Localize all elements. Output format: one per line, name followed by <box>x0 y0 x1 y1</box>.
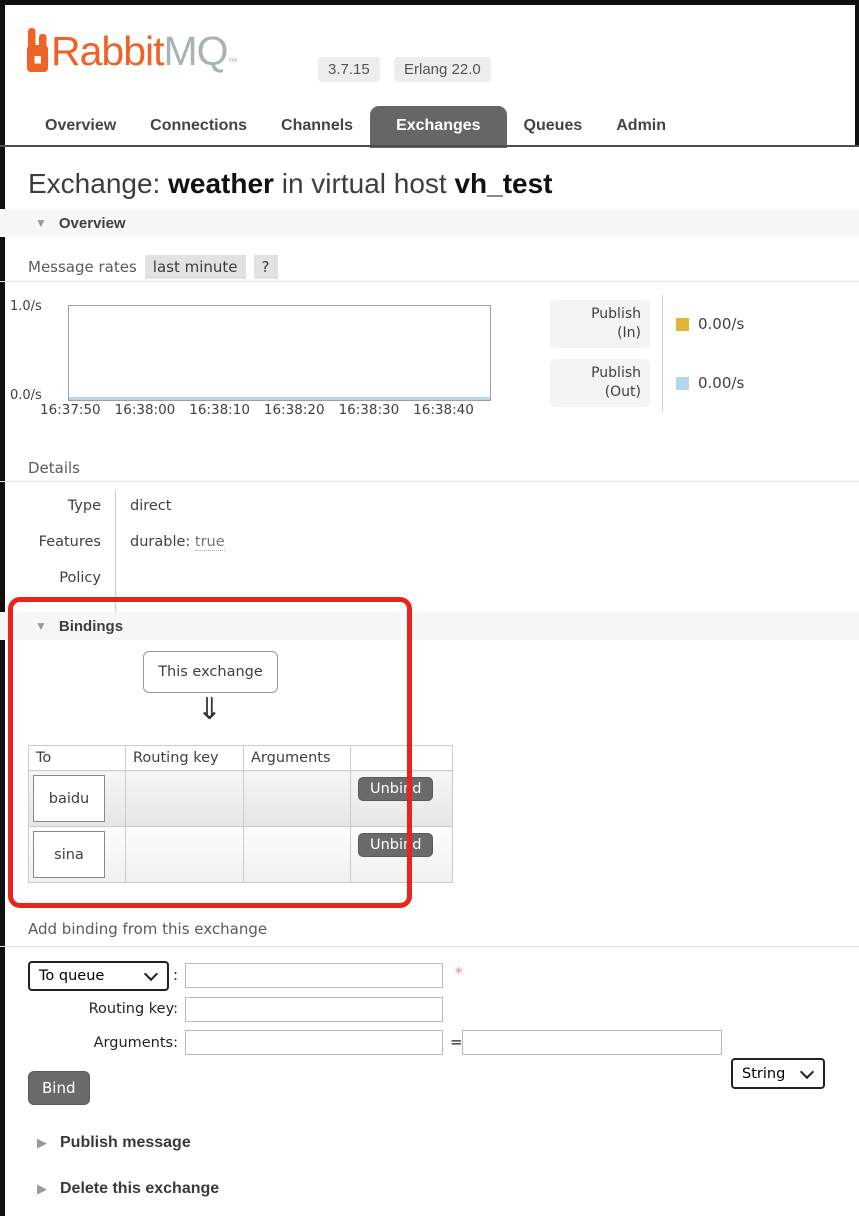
tab-channels[interactable]: Channels <box>264 106 370 148</box>
queue-link-baidu[interactable]: baidu <box>33 775 105 822</box>
equals-sign: = <box>450 1033 463 1051</box>
binding-row: sina Unbind <box>28 826 453 883</box>
triangle-down-icon: ▼ <box>35 216 47 230</box>
publish-out-rate: 0.00/s <box>676 374 744 392</box>
binding-row: baidu Unbind <box>28 770 453 827</box>
tab-queues[interactable]: Queues <box>507 106 600 148</box>
details-policy-label: Policy <box>28 562 116 612</box>
add-binding-heading: Add binding from this exchange <box>28 920 268 938</box>
argument-key-input[interactable] <box>185 1030 443 1055</box>
version-badge: 3.7.15 <box>318 57 380 82</box>
x-tick: 16:38:00 <box>114 402 176 418</box>
arguments-cell <box>243 826 351 883</box>
legend-divider <box>662 295 663 411</box>
colon-separator: : <box>173 966 179 984</box>
destination-type-select[interactable]: To queue <box>28 961 169 991</box>
details-features-label: Features <box>28 526 116 562</box>
destination-name-input[interactable] <box>185 963 443 988</box>
divider <box>0 481 859 482</box>
routing-key-input[interactable] <box>185 997 443 1022</box>
details-type-label: Type <box>28 490 116 526</box>
legend-publish-in[interactable]: Publish (In) <box>550 300 650 348</box>
x-tick: 16:38:20 <box>263 402 325 418</box>
rabbitmq-exchange-page: RabbitMQ™ 3.7.15 Erlang 22.0 Overview Co… <box>0 0 859 1216</box>
message-rates-heading: Message rates last minute ? <box>28 255 278 279</box>
x-axis-ticks: 16:37:50 16:38:00 16:38:10 16:38:20 16:3… <box>40 402 492 418</box>
unbind-button[interactable]: Unbind <box>358 833 434 857</box>
help-icon[interactable]: ? <box>253 255 278 279</box>
routing-key-cell <box>125 826 244 883</box>
durable-true-value: true <box>194 534 225 551</box>
tab-connections[interactable]: Connections <box>133 106 264 148</box>
required-asterisk: * <box>455 964 463 982</box>
chevron-down-icon <box>143 966 159 982</box>
legend-publish-out[interactable]: Publish (Out) <box>550 359 650 407</box>
publish-out-swatch-icon <box>676 376 689 390</box>
x-tick: 16:38:30 <box>338 402 400 418</box>
vhost-name: vh_test <box>454 168 553 199</box>
zero-rate-line <box>69 397 490 400</box>
details-policy-value <box>116 562 225 612</box>
exchange-name: weather <box>168 168 274 199</box>
message-rates-chart <box>68 305 491 401</box>
publish-in-rate: 0.00/s <box>676 315 744 333</box>
routing-key-cell <box>125 770 244 827</box>
erlang-badge: Erlang 22.0 <box>394 57 491 82</box>
page-title: Exchange: weather in virtual host vh_tes… <box>28 168 553 199</box>
triangle-right-icon: ▶ <box>37 1135 47 1150</box>
section-bindings[interactable]: ▼ Bindings <box>0 612 859 640</box>
window-border-top <box>0 0 859 5</box>
section-delete-exchange[interactable]: ▶ Delete this exchange <box>37 1180 219 1198</box>
triangle-right-icon: ▶ <box>37 1181 47 1196</box>
logo-wordmark: RabbitMQ™ <box>51 28 238 74</box>
col-header-to: To <box>28 745 126 771</box>
tab-exchanges[interactable]: Exchanges <box>370 106 507 148</box>
divider <box>0 946 859 947</box>
x-tick: 16:38:10 <box>189 402 250 418</box>
details-table: Type direct Features durable: true Polic… <box>28 490 225 612</box>
rate-mode-chip[interactable]: last minute <box>144 255 246 279</box>
chevron-down-icon <box>799 1064 815 1079</box>
details-heading: Details <box>28 459 81 477</box>
window-border-right <box>855 0 859 147</box>
details-features-value: durable: true <box>130 534 225 551</box>
this-exchange-box: This exchange <box>143 651 278 693</box>
section-publish-message[interactable]: ▶ Publish message <box>37 1134 191 1152</box>
details-type-value: direct <box>130 498 172 514</box>
rabbitmq-logo[interactable]: RabbitMQ™ <box>27 28 238 86</box>
col-header-arguments: Arguments <box>243 745 351 771</box>
arguments-cell <box>243 770 351 827</box>
rabbitmq-rabbit-icon <box>27 28 48 72</box>
arguments-label: Arguments: <box>93 1035 178 1051</box>
window-border-left <box>0 0 5 1216</box>
y-axis-min-label: 0.0/s <box>10 388 42 403</box>
main-nav: Overview Connections Channels Exchanges … <box>28 106 683 148</box>
argument-value-input[interactable] <box>462 1030 722 1055</box>
bind-button[interactable]: Bind <box>28 1071 90 1105</box>
queue-link-sina[interactable]: sina <box>33 831 105 878</box>
y-axis-max-label: 1.0/s <box>10 299 42 314</box>
nav-underline <box>0 145 859 147</box>
x-tick: 16:38:40 <box>413 402 474 418</box>
publish-in-swatch-icon <box>676 317 689 331</box>
col-header-routing-key: Routing key <box>125 745 244 771</box>
triangle-down-icon: ▼ <box>35 619 47 633</box>
bindings-table: To Routing key Arguments baidu Unbind si… <box>28 745 453 883</box>
argument-type-select[interactable]: String <box>731 1058 825 1089</box>
divider <box>0 281 859 282</box>
x-tick: 16:37:50 <box>40 402 101 418</box>
double-down-arrow-icon: ⇓ <box>196 692 223 727</box>
tab-admin[interactable]: Admin <box>599 106 683 148</box>
tab-overview[interactable]: Overview <box>28 106 133 148</box>
routing-key-label: Routing key: <box>88 1001 178 1017</box>
unbind-button[interactable]: Unbind <box>358 777 434 801</box>
section-overview[interactable]: ▼ Overview <box>0 209 859 237</box>
bindings-header-row: To Routing key Arguments <box>28 745 453 771</box>
col-header-actions <box>350 745 453 771</box>
